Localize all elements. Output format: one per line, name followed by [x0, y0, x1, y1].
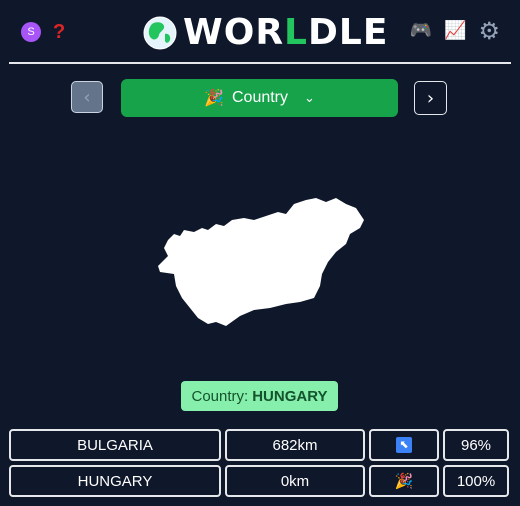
globe-icon	[143, 16, 177, 50]
guess-proximity: 100%	[443, 465, 509, 497]
guess-direction: ⬉	[369, 429, 439, 461]
country-silhouette	[158, 198, 364, 326]
header-left: S ?	[21, 22, 65, 42]
sponsor-icon[interactable]: S	[21, 22, 41, 42]
mode-label: Country	[231, 89, 289, 106]
chevron-down-icon: ⌄	[304, 90, 315, 105]
stats-icon[interactable]: 📈	[444, 20, 466, 42]
guess-country: BULGARIA	[9, 429, 221, 461]
guess-direction: 🎉	[369, 465, 439, 497]
app-title: WORLDLE	[143, 13, 388, 53]
guess-country: HUNGARY	[9, 465, 221, 497]
title-text: WORLDLE	[183, 12, 389, 53]
mode-select-button[interactable]: 🎉 Country ⌄	[121, 79, 398, 117]
gear-icon[interactable]: ⚙	[478, 19, 500, 43]
app-header: S ? WORLDLE 🎮 📈 ⚙	[0, 0, 520, 62]
answer-badge: Country: HUNGARY	[181, 381, 338, 411]
help-icon[interactable]: ?	[53, 22, 65, 42]
guess-row: HUNGARY 0km 🎉 100%	[9, 465, 511, 497]
guess-proximity: 96%	[443, 429, 509, 461]
guess-distance: 682km	[225, 429, 365, 461]
guess-distance: 0km	[225, 465, 365, 497]
gamepad-icon[interactable]: 🎮	[410, 20, 432, 42]
header-divider	[9, 62, 511, 64]
party-icon: 🎉	[204, 90, 224, 107]
header-right: 🎮 📈 ⚙	[410, 19, 500, 43]
answer-prefix: Country:	[191, 387, 249, 405]
answer-country: HUNGARY	[252, 387, 328, 405]
arrow-northwest-icon: ⬉	[396, 437, 412, 453]
previous-button[interactable]: ‹	[71, 81, 103, 113]
guess-row: BULGARIA 682km ⬉ 96%	[9, 429, 511, 461]
next-button[interactable]: ›	[414, 81, 447, 115]
party-icon: 🎉	[394, 473, 414, 490]
